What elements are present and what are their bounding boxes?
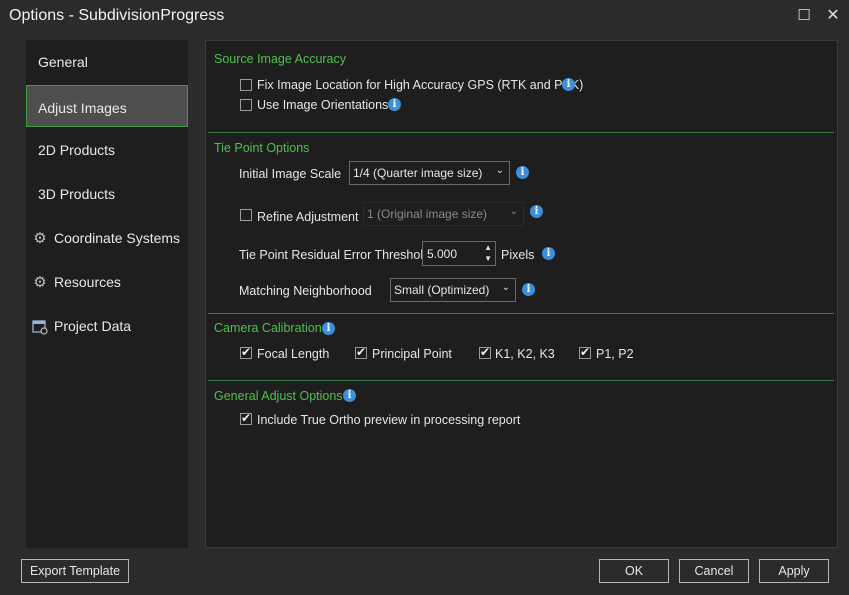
refine-adjustment-label: Refine Adjustment	[257, 210, 359, 224]
project-data-icon	[32, 319, 48, 335]
true-ortho-label: Include True Ortho preview in processing…	[257, 413, 521, 427]
use-orientations-label: Use Image Orientations	[257, 98, 389, 112]
focal-length-checkbox[interactable]	[240, 345, 252, 359]
principal-point-checkbox[interactable]	[355, 345, 367, 359]
residual-threshold-label: Tie Point Residual Error Threshold	[239, 248, 431, 262]
chevron-down-icon: ⌄	[495, 165, 504, 176]
initial-scale-select[interactable]: 1/4 (Quarter image size) ⌄	[349, 161, 510, 185]
refine-scale-value: 1 (Original image size)	[367, 207, 488, 221]
nav-item-resources[interactable]: ⚙ Resources	[26, 262, 188, 304]
k123-checkbox[interactable]	[479, 345, 491, 359]
info-icon[interactable]: i	[542, 247, 555, 260]
chevron-down-icon: ⌄	[509, 206, 518, 217]
cancel-button[interactable]: Cancel	[679, 559, 749, 583]
options-nav: General Adjust Images 2D Products 3D Pro…	[26, 40, 188, 548]
apply-button[interactable]: Apply	[759, 559, 829, 583]
section-title-source-accuracy: Source Image Accuracy	[214, 52, 347, 66]
maximize-icon[interactable]: ☐	[793, 6, 815, 26]
fix-location-checkbox[interactable]	[240, 79, 252, 91]
p12-label: P1, P2	[596, 347, 634, 361]
gear-icon: ⚙	[33, 274, 47, 291]
residual-unit-label: Pixels	[501, 248, 535, 262]
chevron-down-icon[interactable]: ▼	[484, 254, 492, 263]
section-title-camera-calibration: Camera Calibration	[214, 321, 322, 335]
nav-item-label: Resources	[54, 274, 121, 290]
nav-item-label: 3D Products	[38, 186, 116, 202]
use-orientations-checkbox[interactable]	[240, 99, 252, 111]
info-icon[interactable]: i	[388, 98, 401, 111]
matching-neighborhood-value: Small (Optimized)	[394, 283, 490, 297]
info-icon[interactable]: i	[322, 322, 335, 335]
section-divider	[208, 380, 834, 381]
fix-location-label: Fix Image Location for High Accuracy GPS…	[257, 78, 584, 92]
info-icon[interactable]: i	[530, 205, 543, 218]
focal-length-label: Focal Length	[257, 347, 330, 361]
info-icon[interactable]: i	[562, 78, 575, 91]
nav-item-general[interactable]: General	[26, 42, 188, 84]
section-divider	[208, 313, 834, 314]
principal-point-label: Principal Point	[372, 347, 452, 361]
true-ortho-checkbox[interactable]	[240, 411, 252, 425]
nav-item-label: Coordinate Systems	[54, 230, 181, 246]
nav-item-2d-products[interactable]: 2D Products	[26, 130, 188, 172]
refine-scale-select[interactable]: 1 (Original image size) ⌄	[363, 202, 524, 226]
k123-label: K1, K2, K3	[495, 347, 555, 361]
nav-item-project-data[interactable]: Project Data	[26, 306, 188, 348]
chevron-down-icon: ⌄	[501, 282, 510, 293]
chevron-up-icon[interactable]: ▲	[484, 243, 492, 252]
info-icon[interactable]: i	[516, 166, 529, 179]
section-divider	[208, 132, 834, 133]
nav-item-label: General	[38, 54, 88, 70]
nav-item-label: Adjust Images	[38, 100, 127, 116]
nav-item-adjust-images[interactable]: Adjust Images	[26, 85, 188, 127]
nav-item-label: Project Data	[54, 318, 132, 334]
initial-scale-value: 1/4 (Quarter image size)	[353, 166, 483, 180]
matching-neighborhood-label: Matching Neighborhood	[239, 284, 372, 298]
window-title: Options - SubdivisionProgress	[9, 7, 225, 24]
initial-scale-label: Initial Image Scale	[239, 167, 342, 181]
refine-adjustment-checkbox[interactable]	[240, 209, 252, 221]
residual-threshold-value: 5.000	[427, 247, 458, 261]
info-icon[interactable]: i	[522, 283, 535, 296]
nav-item-3d-products[interactable]: 3D Products	[26, 174, 188, 216]
p12-checkbox[interactable]	[579, 345, 591, 359]
nav-item-coordinate-systems[interactable]: ⚙ Coordinate Systems	[26, 218, 188, 260]
section-title-tie-point: Tie Point Options	[214, 141, 310, 155]
section-title-general-adjust: General Adjust Options	[214, 389, 343, 403]
ok-button[interactable]: OK	[599, 559, 669, 583]
matching-neighborhood-select[interactable]: Small (Optimized) ⌄	[390, 278, 516, 302]
nav-item-label: 2D Products	[38, 142, 116, 158]
title-bar: Options - SubdivisionProgress ☐ ✕	[0, 0, 849, 33]
close-icon[interactable]: ✕	[822, 6, 844, 26]
gear-icon: ⚙	[33, 230, 47, 247]
residual-threshold-spinner[interactable]: 5.000 ▲ ▼	[422, 241, 496, 266]
export-template-button[interactable]: Export Template	[21, 559, 129, 583]
info-icon[interactable]: i	[343, 389, 356, 402]
